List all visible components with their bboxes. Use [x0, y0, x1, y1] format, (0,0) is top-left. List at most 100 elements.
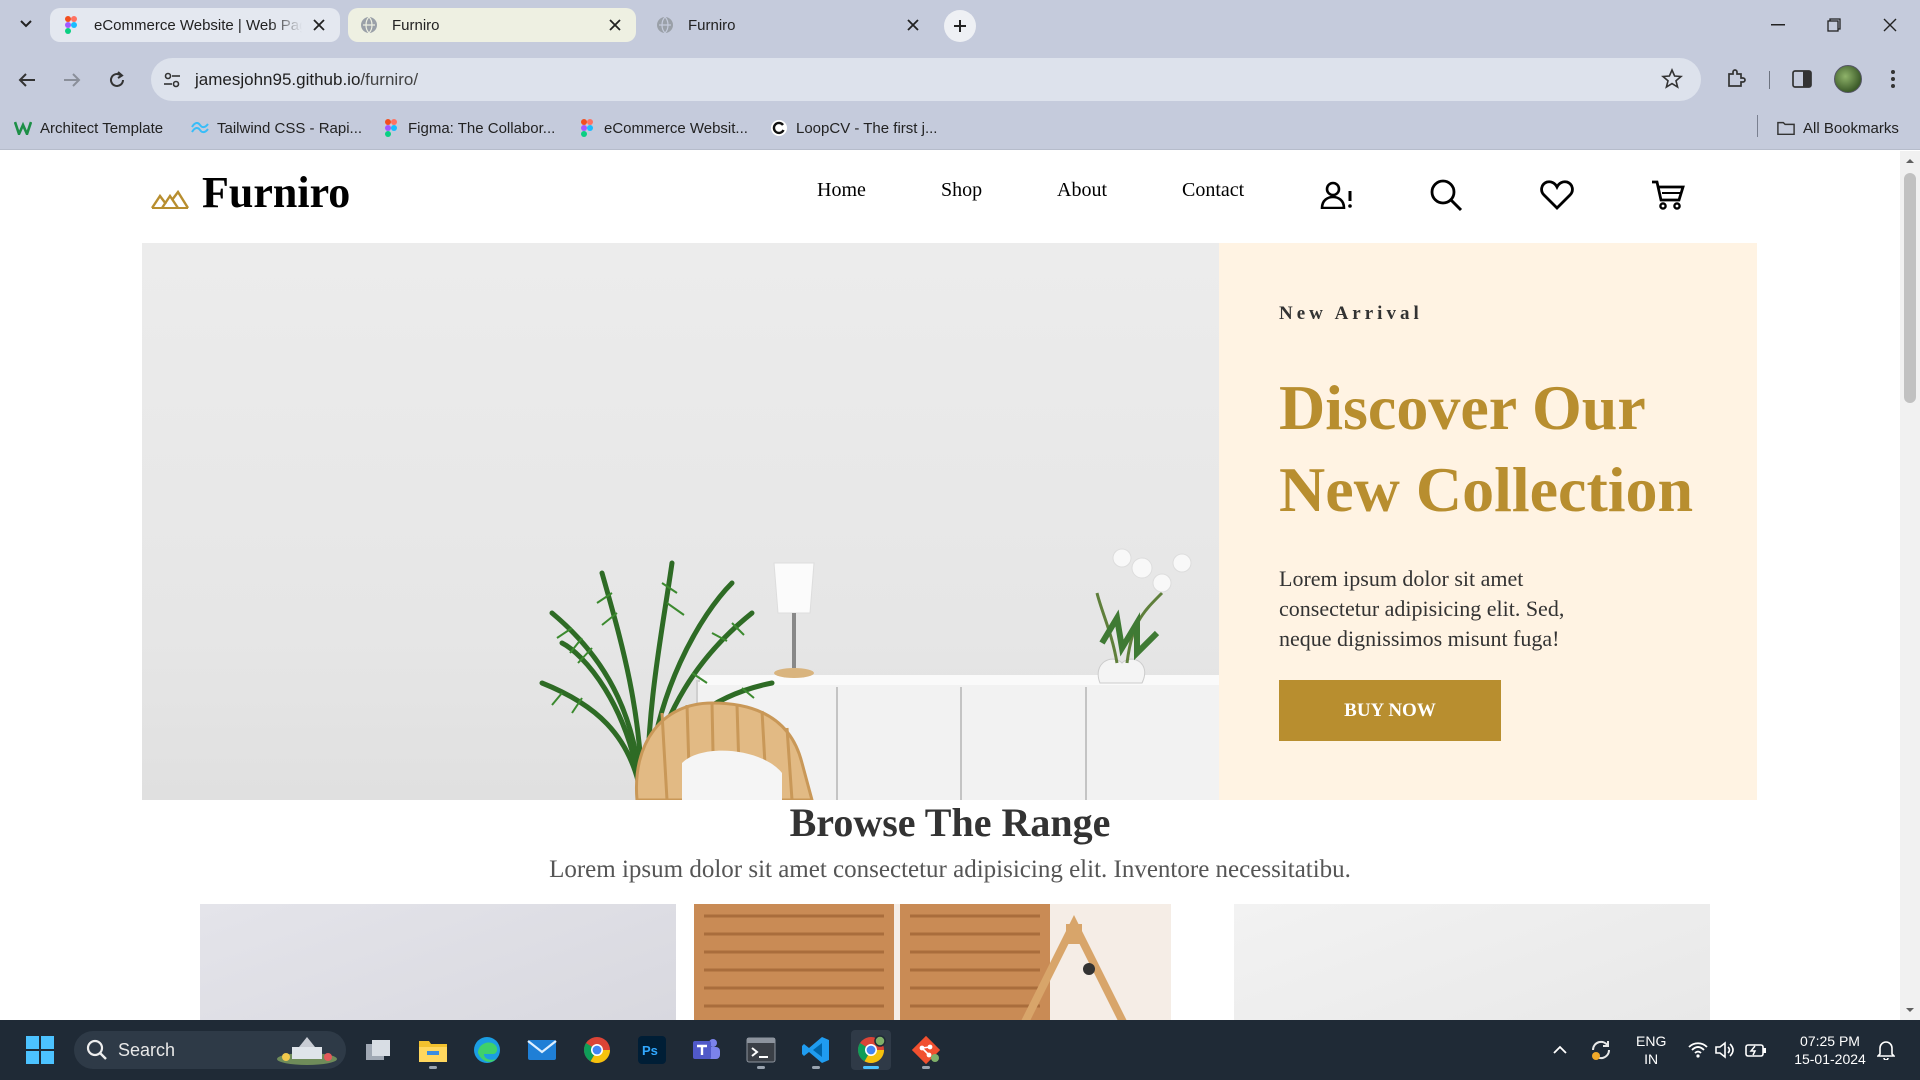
cart-icon[interactable] [1650, 177, 1686, 213]
mail-icon[interactable] [522, 1030, 562, 1070]
notification-bell-icon[interactable] [1877, 1020, 1895, 1080]
vscode-icon[interactable] [796, 1030, 836, 1070]
sync-update-icon[interactable] [1589, 1020, 1613, 1080]
volume-icon[interactable] [1715, 1020, 1735, 1080]
site-info-icon[interactable] [161, 69, 183, 91]
site-header: Furniro Home Shop About Contact [0, 151, 1900, 243]
profile-avatar[interactable] [1834, 65, 1862, 93]
edge-icon[interactable] [467, 1030, 507, 1070]
taskbar-search-box[interactable]: Search [74, 1031, 346, 1069]
bookmarks-bar: Architect Template Tailwind CSS - Rapi..… [0, 108, 1920, 150]
tab-title: eCommerce Website | Web Pag [94, 16, 302, 34]
scroll-up-arrow-icon[interactable] [1905, 156, 1915, 166]
nav-about[interactable]: About [1057, 179, 1107, 202]
extensions-puzzle-icon[interactable] [1722, 65, 1750, 93]
logo-text: Furniro [202, 168, 351, 217]
account-alert-icon[interactable] [1319, 177, 1355, 213]
range-title: Browse The Range [789, 800, 1111, 845]
bookmark-label: eCommerce Websit... [604, 119, 748, 137]
hero-eyebrow: New Arrival [1279, 303, 1423, 324]
range-card-dining[interactable] [200, 904, 676, 1020]
toolbar-divider [1769, 71, 1770, 89]
more-menu-icon[interactable] [1879, 65, 1907, 93]
logo-mark-icon [151, 189, 190, 209]
windows-taskbar: Search Ps ENG IN 07:25 PM 15-01-2024 [0, 1020, 1920, 1080]
nav-contact[interactable]: Contact [1182, 179, 1244, 202]
reload-icon[interactable] [102, 65, 132, 95]
range-subtitle: Lorem ipsum dolor sit amet consectetur a… [549, 856, 1351, 883]
clock[interactable]: 07:25 PM 15-01-2024 [1785, 1020, 1875, 1080]
battery-charging-icon[interactable] [1745, 1020, 1767, 1080]
running-indicator [429, 1066, 437, 1069]
buy-now-button[interactable]: BUY NOW [1279, 680, 1501, 741]
bookmark-architect-template[interactable]: Architect Template [14, 117, 163, 139]
windows-start-icon[interactable] [20, 1030, 60, 1070]
browser-tab-2-active[interactable]: Furniro [348, 8, 636, 42]
nav-home[interactable]: Home [817, 179, 866, 202]
globe-icon [656, 16, 674, 34]
search-highlight-decoration-icon [277, 1037, 337, 1065]
photoshop-icon[interactable]: Ps [632, 1030, 672, 1070]
file-explorer-icon[interactable] [413, 1030, 453, 1070]
nav-shop[interactable]: Shop [941, 179, 982, 202]
hero-title-line-2: New Collection [1279, 454, 1694, 525]
w-logo-icon [14, 119, 32, 137]
figma-icon [62, 16, 80, 34]
forward-arrow-icon[interactable] [57, 65, 87, 95]
search-icon[interactable] [1428, 177, 1464, 213]
minimize-window-icon[interactable] [1760, 10, 1796, 40]
browser-tab-1[interactable]: eCommerce Website | Web Pag [50, 8, 340, 42]
restore-window-icon[interactable] [1816, 10, 1852, 40]
bookmark-label: LoopCV - The first j... [796, 119, 938, 137]
bookmark-label: Figma: The Collabor... [408, 119, 556, 137]
page-scrollbar[interactable] [1900, 151, 1920, 1020]
running-indicator [863, 1066, 879, 1069]
git-icon[interactable] [906, 1030, 946, 1070]
bookmark-figma[interactable]: Figma: The Collabor... [382, 117, 555, 139]
bookmark-loopcv[interactable]: LoopCV - The first j... [770, 117, 937, 139]
close-tab-icon[interactable] [606, 16, 624, 34]
show-hidden-icons-chevron-icon[interactable] [1552, 1020, 1568, 1080]
browser-tab-3[interactable]: Furniro [644, 8, 934, 42]
search-icon [86, 1039, 107, 1060]
address-bar[interactable]: jamesjohn95.github.io/furniro/ [151, 58, 1701, 101]
bookmark-tailwind[interactable]: Tailwind CSS - Rapi... [191, 117, 362, 139]
wifi-icon[interactable] [1688, 1020, 1708, 1080]
side-panel-icon[interactable] [1788, 65, 1816, 93]
browser-toolbar: jamesjohn95.github.io/furniro/ [0, 51, 1920, 108]
tab-title: Furniro [688, 16, 736, 34]
tailwind-icon [191, 119, 209, 137]
bookmark-label: Architect Template [40, 119, 164, 137]
hero-room-illustration [539, 548, 1219, 800]
range-card-living[interactable] [694, 904, 1171, 1020]
tab-search-chevron-icon[interactable] [14, 12, 38, 36]
svg-text:Ps: Ps [642, 1043, 658, 1058]
folder-icon [1777, 119, 1795, 137]
loopcv-icon [770, 119, 788, 137]
hero-text-panel: New Arrival Discover Our New Collection … [1219, 243, 1757, 800]
all-bookmarks-label: All Bookmarks [1803, 119, 1899, 137]
close-tab-icon[interactable] [904, 16, 922, 34]
terminal-icon[interactable] [741, 1030, 781, 1070]
new-tab-button[interactable] [944, 10, 976, 42]
url-text: jamesjohn95.github.io/furniro/ [195, 70, 418, 90]
teams-icon[interactable] [686, 1030, 726, 1070]
bookmark-ecommerce[interactable]: eCommerce Websit... [578, 117, 748, 139]
language-indicator[interactable]: ENG IN [1636, 1020, 1666, 1080]
chrome-dev-icon[interactable] [851, 1030, 891, 1070]
figma-icon [578, 119, 596, 137]
close-window-icon[interactable] [1872, 10, 1908, 40]
close-tab-icon[interactable] [310, 16, 328, 34]
hero-description: Lorem ipsum dolor sit amet consectetur a… [1279, 566, 1565, 651]
range-card-bedroom[interactable] [1234, 904, 1710, 1020]
heart-icon[interactable] [1539, 177, 1575, 213]
scrollbar-thumb[interactable] [1904, 173, 1916, 403]
task-view-icon[interactable] [358, 1030, 398, 1070]
site-logo[interactable]: Furniro [150, 167, 350, 218]
bookmark-star-icon[interactable] [1661, 67, 1683, 90]
back-arrow-icon[interactable] [12, 65, 42, 95]
chrome-icon[interactable] [577, 1030, 617, 1070]
shutter-door-illustration [694, 904, 1171, 1020]
all-bookmarks-button[interactable]: All Bookmarks [1777, 117, 1899, 139]
scroll-down-arrow-icon[interactable] [1905, 1005, 1915, 1015]
